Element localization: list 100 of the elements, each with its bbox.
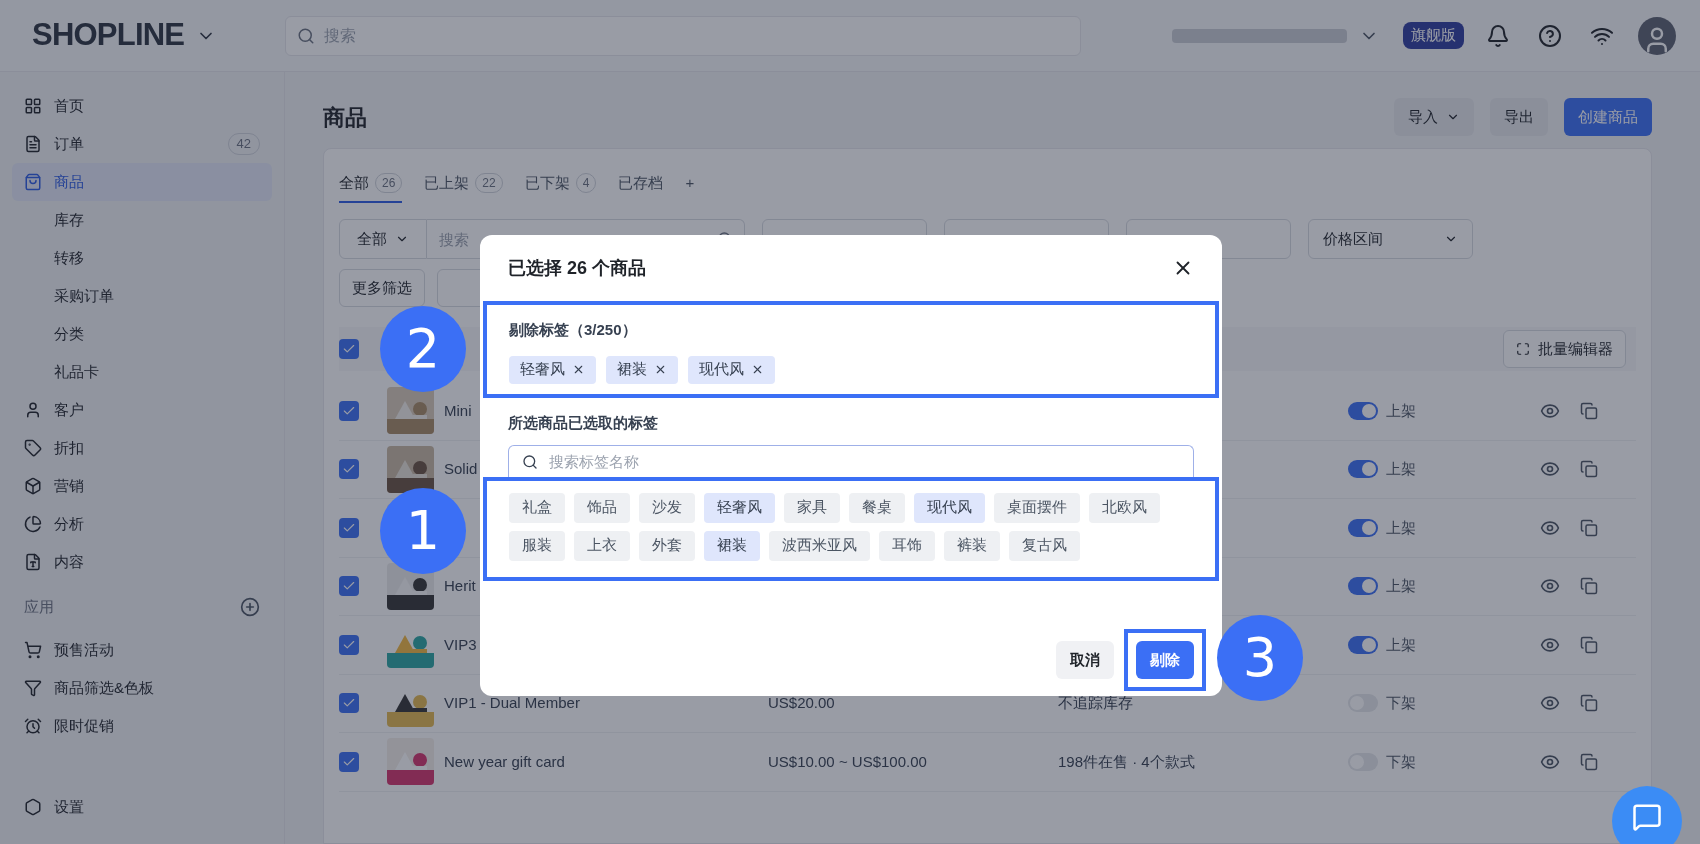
sidebar-subitem[interactable]: 库存 [12, 201, 272, 239]
tag-icon [24, 439, 42, 457]
sidebar-subitem[interactable]: 礼品卡 [12, 353, 272, 391]
tag-chip[interactable]: 轻奢风 [704, 492, 775, 523]
checkbox[interactable] [339, 576, 359, 597]
sidebar-subitem[interactable]: 转移 [12, 239, 272, 277]
bell-icon[interactable] [1486, 23, 1510, 48]
tag-chip[interactable]: 北欧风 [1089, 492, 1160, 523]
tab[interactable]: 已存档 [618, 165, 664, 203]
copy-icon[interactable] [1580, 694, 1598, 713]
status-label: 上架 [1386, 576, 1416, 596]
tag-chip[interactable]: 家具 [784, 492, 840, 523]
tab[interactable]: + [685, 165, 695, 203]
toggle-switch[interactable] [1348, 460, 1378, 479]
tag-chip[interactable]: 现代风 [688, 355, 775, 384]
product-name[interactable]: Mini [444, 401, 472, 419]
section-heading: 剔除标签（3/250） [509, 320, 638, 340]
remove-icon[interactable] [572, 363, 585, 376]
remove-icon[interactable] [654, 363, 667, 376]
tag-chip[interactable]: 外套 [639, 530, 695, 561]
toolbar-button[interactable]: 导出 [1490, 98, 1548, 136]
checkbox[interactable] [339, 751, 359, 772]
sidebar-subitem[interactable]: 分类 [12, 315, 272, 353]
toggle-switch[interactable] [1348, 635, 1378, 654]
sidebar-item[interactable]: 订单 42 [12, 125, 272, 163]
tag-chip[interactable]: 耳饰 [879, 530, 935, 561]
tag-chip[interactable]: 现代风 [914, 492, 985, 523]
bulk-editor-button[interactable]: 批量编辑器 [1503, 330, 1626, 368]
checkbox[interactable] [339, 339, 359, 359]
add-icon[interactable] [240, 597, 260, 617]
sidebar-item[interactable]: 客户 [12, 391, 272, 429]
sidebar-item[interactable]: 预售活动 [12, 631, 272, 669]
sidebar-subitem[interactable]: 采购订单 [12, 277, 272, 315]
product-name[interactable]: Solid [444, 460, 478, 477]
tab[interactable]: 全部 26 [339, 165, 403, 203]
tag-chip[interactable]: 波西米亚风 [769, 530, 870, 561]
checkbox[interactable] [339, 517, 359, 538]
sidebar-item[interactable]: 营销 [12, 467, 272, 505]
tag-chip[interactable]: 服装 [509, 530, 565, 561]
sidebar-item[interactable]: 商品 [12, 163, 272, 201]
section-heading: 所选商品已选取的标签 [508, 413, 659, 433]
checkbox[interactable] [339, 634, 359, 655]
sidebar-item[interactable]: 商品筛选&色板 [12, 669, 272, 707]
toggle-switch[interactable] [1348, 401, 1378, 420]
toggle-switch[interactable] [1348, 518, 1378, 537]
help-icon[interactable] [1538, 23, 1562, 48]
filter-dropdown[interactable]: 价格区间 [1308, 219, 1473, 259]
sidebar-item[interactable]: 内容 [12, 543, 272, 581]
tag-chip[interactable]: 沙发 [639, 492, 695, 523]
tag-chip[interactable]: 桌面摆件 [994, 492, 1080, 523]
copy-icon[interactable] [1580, 460, 1598, 479]
tag-chip[interactable]: 上衣 [574, 530, 630, 561]
status-label: 下架 [1386, 751, 1416, 772]
checkbox[interactable] [339, 693, 359, 714]
toggle-switch[interactable] [1348, 577, 1378, 596]
product-name[interactable]: VIP3 [444, 635, 477, 653]
tag-chip[interactable]: 裙装 [704, 530, 760, 561]
dialog-title: 已选择 26 个商品 [508, 256, 647, 280]
copy-icon[interactable] [1580, 401, 1598, 420]
sidebar-item[interactable]: 折扣 [12, 429, 272, 467]
scope-dropdown[interactable]: 全部 [339, 219, 427, 259]
copy-icon[interactable] [1580, 752, 1598, 771]
checkbox[interactable] [339, 459, 359, 480]
check-icon [342, 342, 356, 356]
status-label: 上架 [1386, 459, 1416, 479]
tag-chip[interactable]: 裤装 [944, 530, 1000, 561]
status-label: 上架 [1386, 517, 1416, 538]
product-name[interactable]: New year gift card [444, 752, 565, 770]
create-button[interactable]: 创建商品 [1564, 98, 1652, 136]
inventory-cell: 198件在售 · 4个款式 [1058, 752, 1195, 770]
sidebar-item[interactable]: 设置 [12, 788, 272, 826]
cancel-button[interactable]: 取消 [1056, 641, 1114, 679]
copy-icon[interactable] [1580, 518, 1598, 537]
checkbox[interactable] [339, 400, 359, 421]
sidebar-item[interactable]: 首页 [12, 87, 272, 125]
tag-chip[interactable]: 餐桌 [849, 492, 905, 523]
remove-icon[interactable] [751, 363, 764, 376]
tab[interactable]: 已上架 22 [424, 165, 503, 203]
tag-chip[interactable]: 饰品 [574, 492, 630, 523]
copy-icon[interactable] [1580, 577, 1598, 596]
search-field[interactable]: 搜索标签名称 [508, 444, 1194, 477]
tag-chip[interactable]: 轻奢风 [509, 355, 596, 384]
tag-chip[interactable]: 礼盒 [509, 492, 565, 523]
product-name[interactable]: Herit [444, 577, 476, 594]
logo[interactable]: SHOPLINE [32, 12, 185, 59]
remove-button[interactable]: 剔除 [1136, 641, 1194, 679]
copy-icon[interactable] [1580, 635, 1598, 654]
avatar[interactable] [1638, 16, 1676, 55]
product-name[interactable]: VIP1 - Dual Member [444, 694, 580, 711]
bag-icon [24, 173, 42, 191]
chat-button[interactable] [1612, 786, 1682, 844]
tab[interactable]: 已下架 4 [524, 165, 597, 203]
cube-icon [24, 477, 42, 495]
toolbar-button[interactable]: 导入 [1394, 98, 1474, 136]
price-cell: US$10.00 ~ US$100.00 [768, 752, 927, 770]
tag-chip[interactable]: 复古风 [1009, 530, 1080, 561]
more-filters-button[interactable]: 更多筛选 [339, 269, 425, 307]
sidebar-item[interactable]: 分析 [12, 505, 272, 543]
sidebar-item[interactable]: 限时促销 [12, 707, 272, 745]
tag-chip[interactable]: 裙装 [606, 355, 678, 384]
